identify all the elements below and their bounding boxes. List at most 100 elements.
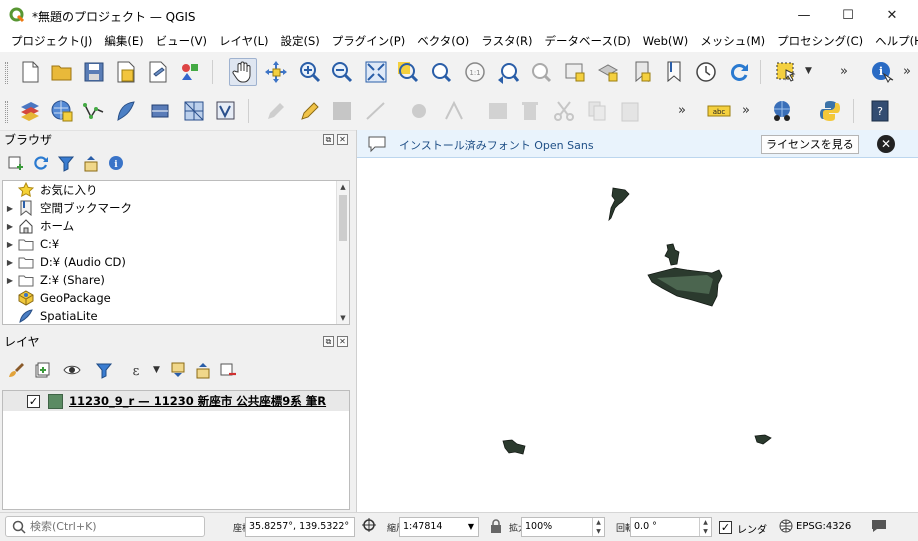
toolbar-overflow-button[interactable]: » — [840, 64, 848, 79]
zoom-out-button[interactable] — [328, 58, 356, 86]
show-bookmarks-button[interactable] — [660, 58, 688, 86]
scroll-down-icon[interactable]: ▼ — [337, 312, 349, 324]
expand-arrow-icon[interactable]: ▶ — [3, 222, 17, 231]
layer-row[interactable]: ✓ 11230_9_r — 11230 新座市 公共座標9系 筆R — [3, 391, 349, 411]
save-as-button[interactable] — [112, 58, 140, 86]
collapse-all-button[interactable] — [193, 360, 213, 380]
messages-icon[interactable] — [871, 519, 887, 536]
add-group-button[interactable] — [32, 360, 52, 380]
expand-arrow-icon[interactable]: ▶ — [3, 258, 17, 267]
zoom-in-button[interactable] — [296, 58, 324, 86]
menu-plugins[interactable]: プラグイン(P) — [326, 30, 411, 52]
locator-search[interactable] — [5, 516, 205, 537]
vertex-tool-button[interactable] — [405, 97, 433, 125]
add-feature-button[interactable] — [362, 97, 390, 125]
remove-layer-button[interactable] — [218, 360, 238, 380]
toolbar-grip[interactable] — [5, 62, 8, 84]
pan-to-selection-button[interactable] — [262, 58, 290, 86]
tree-item-home[interactable]: ▶ ホーム — [3, 217, 337, 235]
virtual-layer-button[interactable] — [146, 97, 174, 125]
toggle-editing-button[interactable] — [296, 97, 324, 125]
map-canvas[interactable]: インストール済みフォント Open Sans ライセンスを見る ✕ — [356, 130, 918, 512]
paste-features-button[interactable] — [616, 97, 644, 125]
spin-buttons[interactable]: ▲ ▼ — [699, 518, 711, 536]
zoom-next-button[interactable] — [527, 58, 555, 86]
browser-scrollbar[interactable]: ▲ ▼ — [336, 181, 349, 324]
coordinate-field[interactable]: 35.8257°, 139.5322° — [245, 517, 355, 537]
python-console-button[interactable] — [816, 97, 844, 125]
label-tool-button[interactable]: abc — [705, 97, 733, 125]
menu-project[interactable]: プロジェクト(J) — [5, 30, 98, 52]
pan-tool-button[interactable] — [229, 58, 257, 86]
menu-view[interactable]: ビュー(V) — [150, 30, 213, 52]
toolbar-overflow-button[interactable]: » — [678, 103, 686, 118]
identify-features-button[interactable]: i — [868, 58, 896, 86]
zoom-full-button[interactable] — [362, 58, 390, 86]
close-panel-button[interactable]: ✕ — [337, 134, 348, 145]
minimize-button[interactable]: — — [782, 0, 826, 30]
float-panel-button[interactable]: ⧉ — [323, 134, 334, 145]
digitize-with-segment-button[interactable] — [440, 97, 468, 125]
tree-item-drive-d[interactable]: ▶ D:¥ (Audio CD) — [3, 253, 337, 271]
dropdown-arrow-icon[interactable]: ▼ — [468, 518, 474, 536]
menu-web[interactable]: Web(W) — [637, 30, 694, 52]
expand-all-button[interactable] — [168, 360, 188, 380]
menu-vector[interactable]: ベクタ(O) — [411, 30, 475, 52]
menu-edit[interactable]: 編集(E) — [98, 30, 149, 52]
close-message-button[interactable]: ✕ — [877, 135, 895, 153]
save-edits-button[interactable] — [328, 97, 356, 125]
add-selected-layers-button[interactable] — [6, 153, 26, 173]
search-input[interactable] — [30, 520, 200, 533]
crs-button[interactable]: EPSG:4326 — [796, 521, 851, 532]
maximize-button[interactable]: ☐ — [826, 0, 870, 30]
lock-scale-icon[interactable] — [490, 519, 502, 536]
dropdown-arrow-icon[interactable]: ▼ — [805, 66, 812, 76]
magnifier-field[interactable]: 100% ▲ ▼ — [521, 517, 605, 537]
toolbar-overflow-button-3[interactable]: » — [742, 103, 750, 118]
save-project-button[interactable] — [80, 58, 108, 86]
scale-field[interactable]: 1:47814 ▼ — [399, 517, 479, 537]
manage-map-themes-button[interactable] — [62, 360, 82, 380]
temporal-controller-button[interactable] — [692, 58, 720, 86]
toolbar-overflow-button-2[interactable]: » — [903, 64, 911, 79]
style-manager-button[interactable] — [176, 58, 204, 86]
menu-help[interactable]: ヘルプ(H) — [869, 30, 918, 52]
tree-item-spatial-bookmarks[interactable]: ▶ 空間ブックマーク — [3, 199, 337, 217]
float-panel-button[interactable]: ⧉ — [323, 336, 334, 347]
new-mesh-button[interactable] — [180, 97, 208, 125]
toolbar-grip[interactable] — [5, 101, 8, 123]
filter-by-expression-button[interactable]: ε — [128, 360, 148, 380]
quickmapservices-button[interactable] — [768, 97, 796, 125]
dropdown-arrow-icon[interactable]: ▼ — [153, 365, 160, 375]
cut-features-button[interactable] — [550, 97, 578, 125]
expand-arrow-icon[interactable]: ▶ — [3, 240, 17, 249]
new-shapefile-button[interactable] — [80, 97, 108, 125]
close-button[interactable]: ✕ — [870, 0, 914, 30]
close-panel-button[interactable]: ✕ — [337, 336, 348, 347]
modify-attributes-button[interactable] — [484, 97, 512, 125]
layer-symbol-swatch[interactable] — [48, 393, 63, 409]
add-layer-button[interactable] — [48, 97, 76, 125]
filter-browser-button[interactable] — [56, 153, 76, 173]
scroll-thumb[interactable] — [339, 195, 347, 241]
menu-raster[interactable]: ラスタ(R) — [475, 30, 538, 52]
expand-arrow-icon[interactable]: ▶ — [3, 204, 17, 213]
print-layout-button[interactable] — [144, 58, 172, 86]
delete-selected-button[interactable] — [516, 97, 544, 125]
new-bookmark-button[interactable] — [628, 58, 656, 86]
view-license-button[interactable]: ライセンスを見る — [761, 135, 859, 154]
tree-item-favorites[interactable]: お気に入り — [3, 181, 337, 199]
menu-settings[interactable]: 設定(S) — [275, 30, 326, 52]
scroll-up-icon[interactable]: ▲ — [337, 181, 349, 193]
zoom-to-layer-button[interactable] — [427, 58, 455, 86]
rotation-field[interactable]: 0.0 ° ▲ ▼ — [630, 517, 712, 537]
zoom-last-button[interactable] — [494, 58, 522, 86]
open-project-button[interactable] — [48, 58, 76, 86]
copy-features-button[interactable] — [583, 97, 611, 125]
current-edits-button[interactable] — [262, 97, 290, 125]
menu-processing[interactable]: プロセシング(C) — [771, 30, 869, 52]
new-3d-view-button[interactable] — [594, 58, 622, 86]
tree-item-drive-c[interactable]: ▶ C:¥ — [3, 235, 337, 253]
render-checkbox[interactable]: ✓ — [719, 521, 732, 534]
menu-layer[interactable]: レイヤ(L) — [213, 30, 275, 52]
